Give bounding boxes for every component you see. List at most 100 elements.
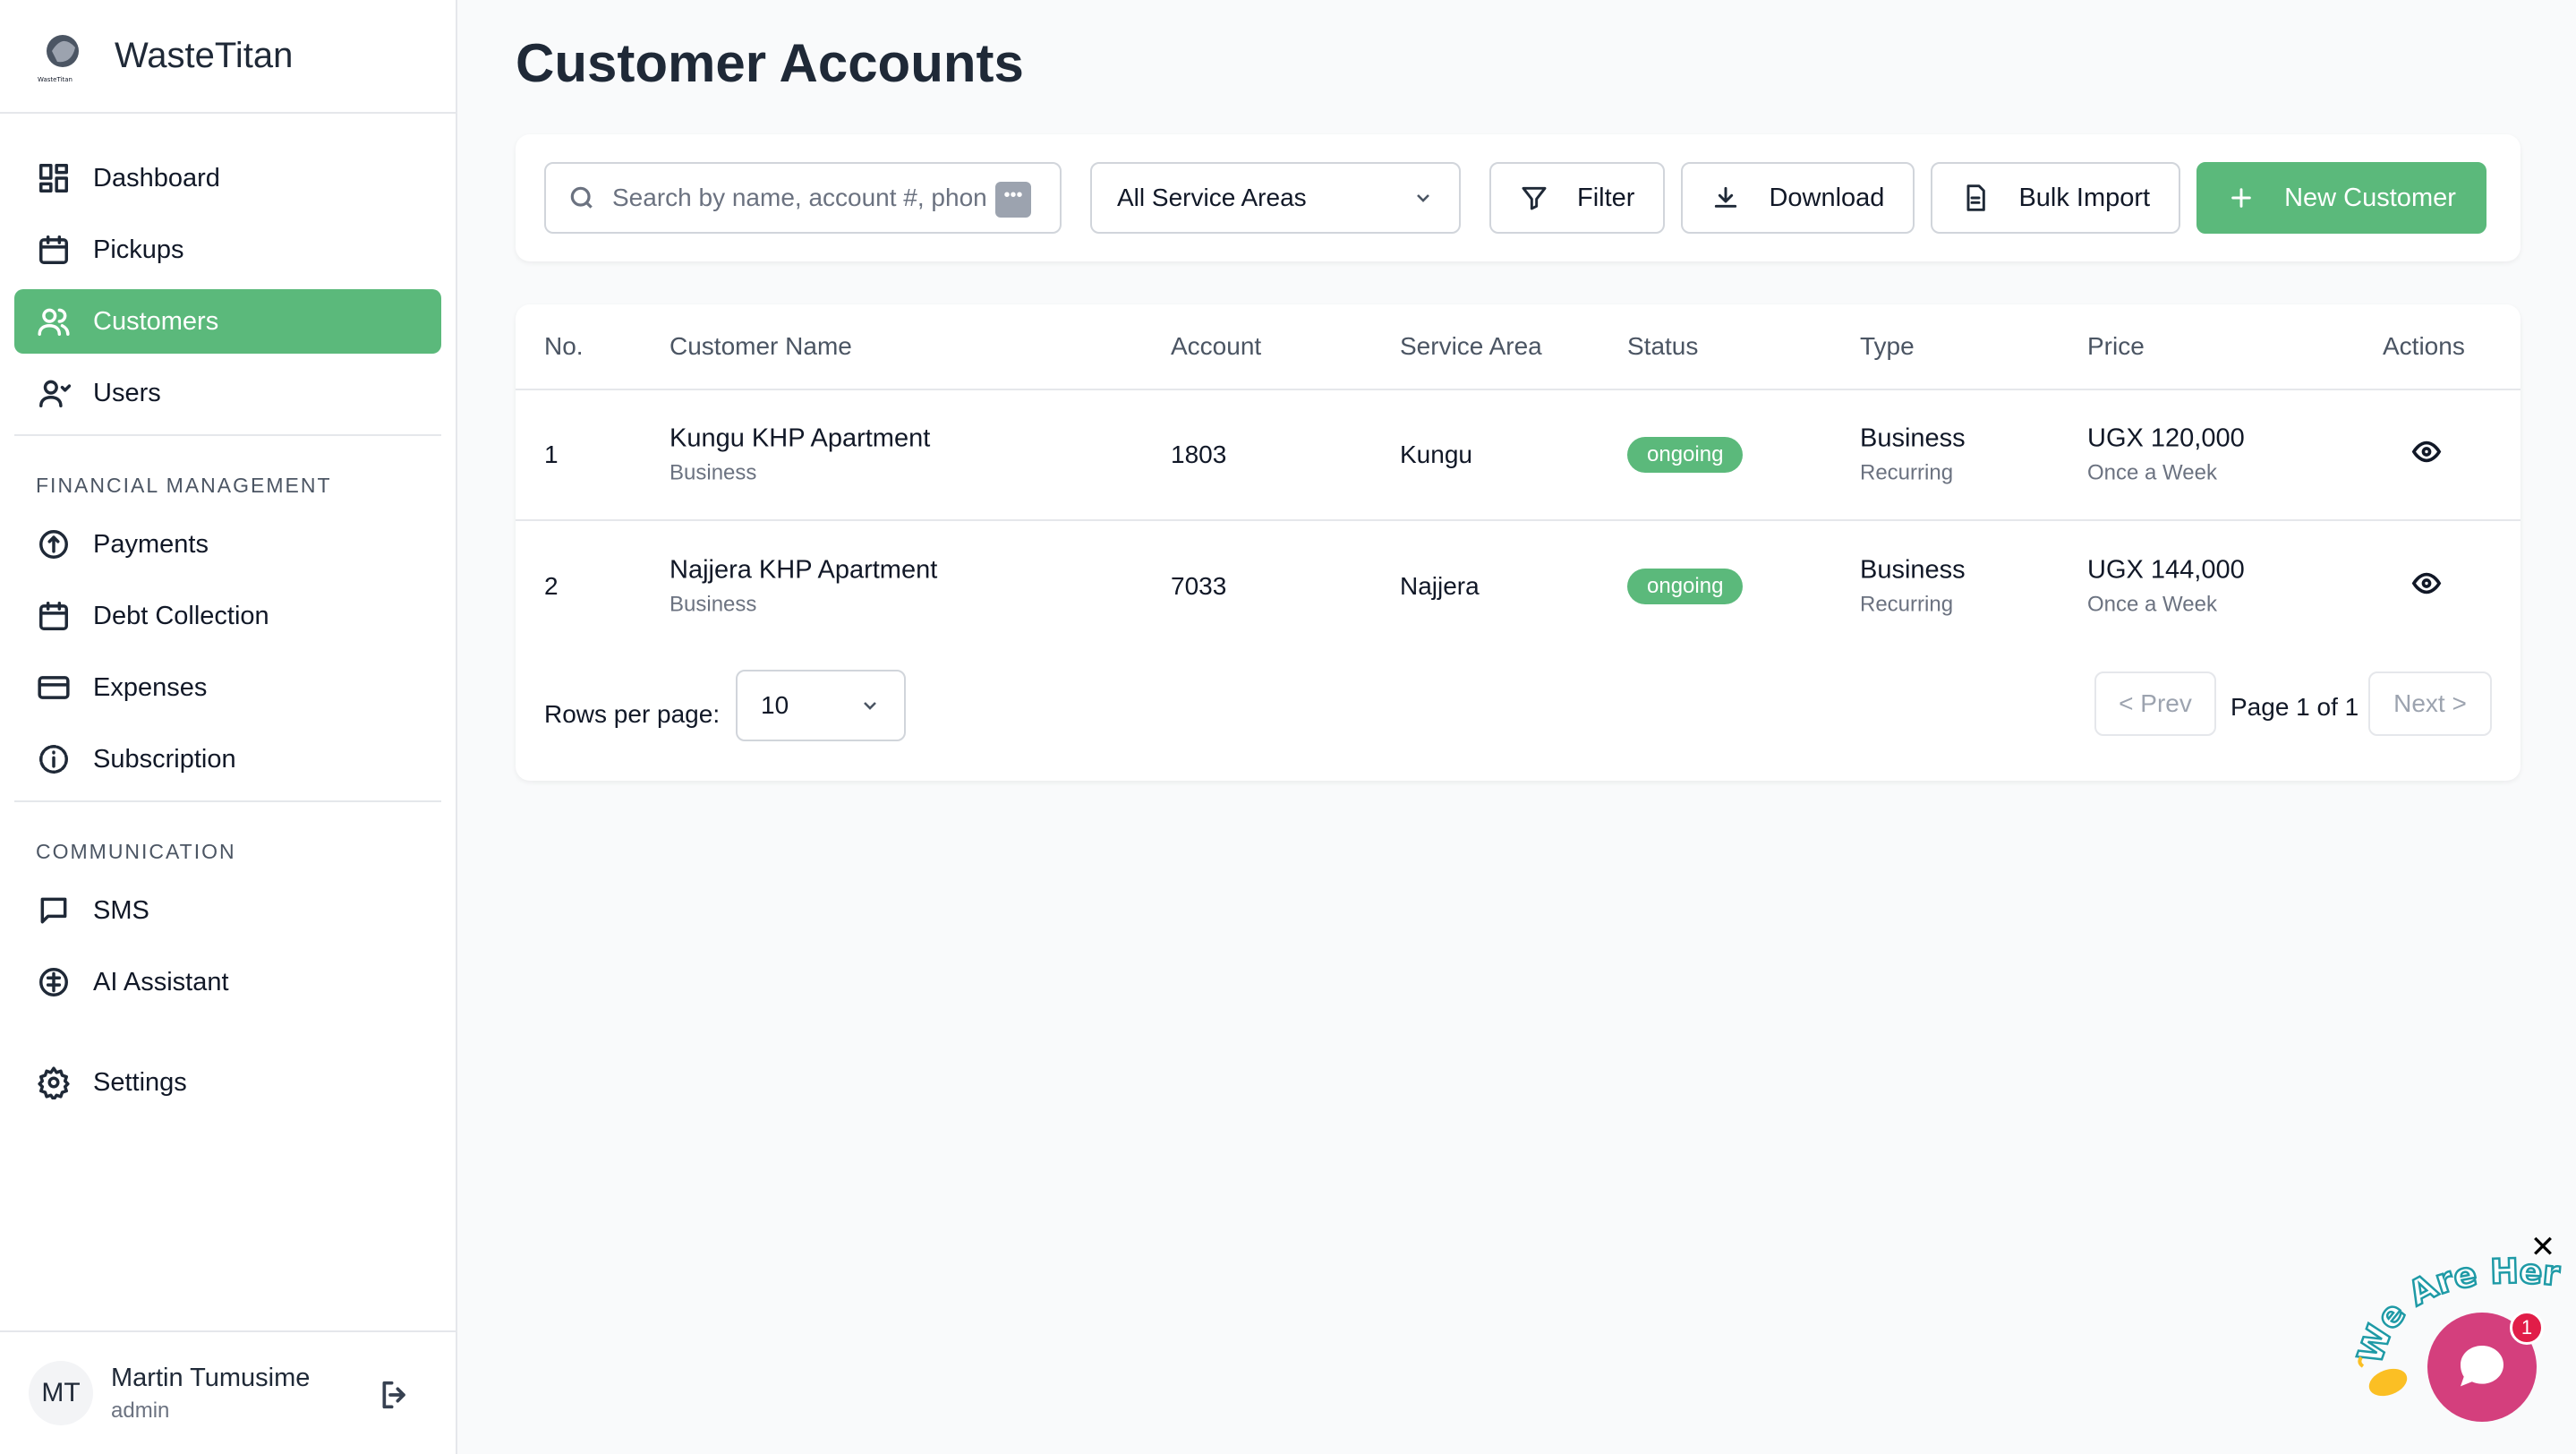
- payments-icon: [36, 526, 72, 562]
- rows-per-page-label: Rows per page:: [544, 700, 721, 728]
- download-button[interactable]: Download: [1681, 162, 1915, 234]
- search-icon: [570, 186, 593, 209]
- prev-page-button[interactable]: < Prev: [2094, 671, 2216, 736]
- section-label-financial: FINANCIAL MANAGEMENT: [36, 474, 332, 497]
- brand-name: WasteTitan: [115, 36, 294, 75]
- plus-icon: [2231, 188, 2251, 208]
- view-button[interactable]: [2411, 437, 2442, 474]
- customer-category: Business: [670, 460, 757, 485]
- info-icon: [36, 741, 72, 777]
- customer-name: Najjera KHP Apartment: [670, 555, 938, 585]
- customer-name: Kungu KHP Apartment: [670, 423, 931, 453]
- customers-table: No. Customer Name Account Service Area S…: [516, 304, 2521, 781]
- chat-close-button[interactable]: ✕: [2528, 1232, 2558, 1262]
- sidebar-item-label: Debt Collection: [93, 601, 269, 630]
- sidebar-item-label: Users: [93, 378, 161, 407]
- more-icon[interactable]: •••: [995, 182, 1031, 218]
- eye-icon: [2411, 572, 2442, 594]
- sidebar-item-expenses[interactable]: Expenses: [14, 655, 441, 720]
- page-title: Customer Accounts: [516, 33, 1024, 93]
- sidebar: WasteTitan WasteTitan Dashboard Pickups …: [0, 0, 457, 1454]
- price: UGX 144,000: [2087, 555, 2245, 585]
- divider: [14, 434, 441, 436]
- bulk-import-button[interactable]: Bulk Import: [1931, 162, 2181, 234]
- price-cell: UGX 144,000 Once a Week: [2087, 556, 2245, 618]
- download-icon: [1715, 186, 1737, 208]
- sidebar-item-pickups[interactable]: Pickups: [14, 218, 441, 282]
- view-button[interactable]: [2411, 569, 2442, 605]
- customer-name-cell: Najjera KHP Apartment Business: [670, 556, 937, 618]
- account-number: 7033: [1171, 572, 1227, 600]
- frequency: Once a Week: [2087, 460, 2217, 485]
- header-status[interactable]: Status: [1627, 332, 1698, 361]
- toolbar: ••• All Service Areas Filter Download Bu…: [516, 134, 2521, 261]
- table-row[interactable]: 2 Najjera KHP Apartment Business 7033 Na…: [516, 521, 2521, 652]
- section-label-communication: COMMUNICATION: [36, 840, 236, 863]
- sidebar-item-payments[interactable]: Payments: [14, 512, 441, 577]
- header-type[interactable]: Type: [1860, 332, 1915, 361]
- sidebar-item-label: Settings: [93, 1067, 187, 1097]
- sidebar-item-users[interactable]: Users: [14, 361, 441, 425]
- card-icon: [36, 670, 72, 706]
- main-content: Customer Accounts ••• All Service Areas …: [516, 0, 2521, 781]
- sidebar-item-settings[interactable]: Settings: [14, 1050, 441, 1115]
- user-name: Martin Tumusime: [111, 1363, 311, 1392]
- sidebar-item-label: Customers: [93, 306, 219, 336]
- sidebar-item-debt-collection[interactable]: Debt Collection: [14, 584, 441, 648]
- header-price[interactable]: Price: [2087, 332, 2145, 361]
- user-icon: [36, 375, 72, 411]
- sidebar-item-label: SMS: [93, 895, 149, 925]
- message-icon: [36, 893, 72, 928]
- sidebar-item-label: Payments: [93, 529, 209, 559]
- sidebar-item-ai-assistant[interactable]: AI Assistant: [14, 950, 441, 1014]
- calendar-icon: [36, 232, 72, 268]
- page-info: Page 1 of 1: [2231, 693, 2359, 721]
- header-no[interactable]: No.: [544, 332, 584, 361]
- user-role: admin: [111, 1398, 170, 1423]
- frequency: Once a Week: [2087, 592, 2217, 617]
- sidebar-item-customers[interactable]: Customers: [14, 289, 441, 354]
- service-area: Kungu: [1400, 440, 1472, 468]
- header-service-area[interactable]: Service Area: [1400, 332, 1542, 361]
- filter-button[interactable]: Filter: [1489, 162, 1666, 234]
- sidebar-item-label: Expenses: [93, 672, 208, 702]
- table-row[interactable]: 1 Kungu KHP Apartment Business 1803 Kung…: [516, 390, 2521, 521]
- header-customer-name[interactable]: Customer Name: [670, 332, 852, 361]
- sidebar-item-label: Subscription: [93, 744, 236, 774]
- notification-badge: 1: [2510, 1311, 2544, 1345]
- header-account[interactable]: Account: [1171, 332, 1261, 361]
- billing-type: Recurring: [1860, 592, 1954, 617]
- sidebar-item-dashboard[interactable]: Dashboard: [14, 146, 441, 210]
- pagination-bar: Rows per page: 10 < Prev Page 1 of 1 Nex…: [516, 652, 2521, 781]
- price-cell: UGX 120,000 Once a Week: [2087, 424, 2245, 486]
- sidebar-item-subscription[interactable]: Subscription: [14, 727, 441, 791]
- service-area-select[interactable]: All Service Areas: [1090, 162, 1461, 234]
- ai-icon: [36, 964, 72, 1000]
- type-cell: Business Recurring: [1860, 556, 1966, 618]
- communication-nav: SMS AI Assistant Settings: [0, 878, 456, 1115]
- search-box[interactable]: •••: [544, 162, 1062, 234]
- sidebar-item-label: AI Assistant: [93, 967, 229, 996]
- brand[interactable]: WasteTitan WasteTitan: [0, 0, 456, 114]
- user-profile[interactable]: MT Martin Tumusime admin: [0, 1330, 456, 1454]
- new-customer-label: New Customer: [2284, 183, 2456, 212]
- primary-nav: Dashboard Pickups Customers Users: [0, 146, 456, 425]
- account-number: 1803: [1171, 440, 1227, 468]
- search-input[interactable]: [612, 184, 988, 212]
- sidebar-item-sms[interactable]: SMS: [14, 878, 441, 943]
- chevron-down-icon: [1417, 194, 1429, 202]
- service-area: Najjera: [1400, 572, 1480, 600]
- status-badge: ongoing: [1627, 437, 1744, 473]
- next-page-button[interactable]: Next >: [2368, 671, 2492, 736]
- gear-icon: [36, 1065, 72, 1100]
- dashboard-icon: [36, 160, 72, 196]
- rows-per-page-select[interactable]: 10: [736, 670, 906, 741]
- sidebar-item-label: Dashboard: [93, 163, 220, 192]
- logout-button[interactable]: [377, 1377, 413, 1413]
- row-no: 2: [544, 572, 559, 600]
- new-customer-button[interactable]: New Customer: [2196, 162, 2486, 234]
- customer-name-cell: Kungu KHP Apartment Business: [670, 424, 930, 486]
- logout-icon: [382, 1381, 405, 1409]
- users-icon: [36, 304, 72, 339]
- rows-per-page-value: 10: [761, 691, 789, 719]
